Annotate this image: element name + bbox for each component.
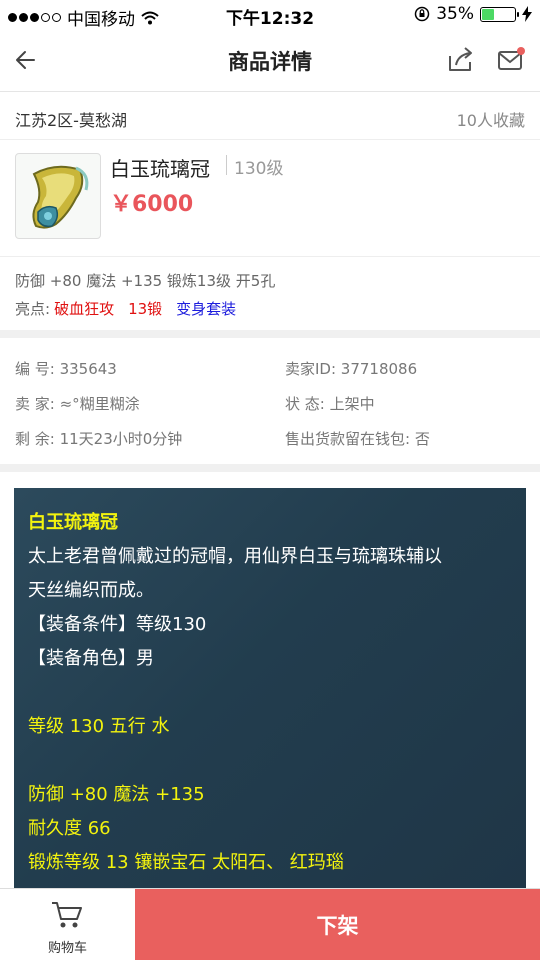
battery-icon <box>480 6 519 22</box>
crown-item-icon <box>32 165 89 229</box>
trade-info: 编 号: 335643 卖家ID: 37718086 卖 家: ≈°糊里糊涂 状… <box>0 340 540 460</box>
nav-bar: 商品详情 <box>0 30 540 92</box>
level-divider <box>226 155 227 175</box>
serial-number: 编 号: 335643 <box>15 360 117 378</box>
description-line: 【装备条件】等级130 <box>28 614 207 635</box>
product-summary: 白玉琉璃冠 130级 ￥6000 <box>0 141 540 257</box>
description-line: 【装备角色】男 <box>28 648 154 669</box>
highlight-tag: 变身套装 <box>176 300 237 318</box>
cart-button[interactable]: 购物车 <box>0 889 135 960</box>
section-divider <box>0 464 540 472</box>
shopping-cart-icon <box>52 902 82 928</box>
share-icon[interactable] <box>446 44 476 74</box>
delist-button[interactable]: 下架 <box>135 889 540 960</box>
description-stat: 耐久度 66 <box>28 818 111 839</box>
listing-status: 状 态: 上架中 <box>285 395 375 413</box>
status-bar: 中国移动 下午12:32 35% <box>0 0 540 30</box>
section-divider <box>0 330 540 338</box>
highlight-label: 亮点: <box>15 300 51 318</box>
item-description: 白玉琉璃冠 太上老君曾佩戴过的冠帽，用仙界白玉与琉璃珠辅以 天丝编织而成。 【装… <box>14 488 526 888</box>
message-icon[interactable] <box>496 44 526 74</box>
charging-bolt-icon <box>522 6 532 22</box>
description-stat: 等级 130 五行 水 <box>28 716 170 737</box>
favorite-count: 10人收藏 <box>456 111 525 130</box>
description-line: 太上老君曾佩戴过的冠帽，用仙界白玉与琉璃珠辅以 <box>28 546 442 567</box>
attribute-summary: 防御 +80 魔法 +135 锻炼13级 开5孔 <box>15 272 276 290</box>
seller-id: 卖家ID: 37718086 <box>285 360 418 378</box>
bottom-action-bar: 购物车 下架 <box>0 888 540 960</box>
highlight-tag: 13锻 <box>128 300 163 318</box>
highlight-tag: 破血狂攻 <box>54 300 115 318</box>
product-level: 130级 <box>234 159 284 179</box>
description-stat: 防御 +80 魔法 +135 <box>28 784 205 805</box>
rotation-lock-icon <box>414 6 430 22</box>
cart-label: 购物车 <box>47 941 87 956</box>
wallet-setting: 售出货款留在钱包: 否 <box>285 430 430 448</box>
attributes-section: 防御 +80 魔法 +135 锻炼13级 开5孔 亮点: 破血狂攻 13锻 变身… <box>0 258 540 330</box>
status-right: 35% <box>414 4 532 24</box>
server-name: 江苏2区-莫愁湖 <box>15 111 127 130</box>
time-remaining: 剩 余: 11天23小时0分钟 <box>15 430 183 448</box>
product-thumbnail[interactable] <box>15 153 101 239</box>
description-line: 天丝编织而成。 <box>28 580 154 601</box>
battery-percent: 35% <box>436 4 474 24</box>
server-row: 江苏2区-莫愁湖 10人收藏 <box>0 93 540 140</box>
product-price: ￥6000 <box>110 192 194 217</box>
highlights-row: 亮点: 破血狂攻 13锻 变身套装 <box>15 298 236 319</box>
seller-name: 卖 家: ≈°糊里糊涂 <box>15 395 140 413</box>
product-name: 白玉琉璃冠 <box>110 157 210 181</box>
description-title: 白玉琉璃冠 <box>28 512 118 533</box>
description-stat: 锻炼等级 13 镶嵌宝石 太阳石、 红玛瑙 <box>28 852 344 873</box>
